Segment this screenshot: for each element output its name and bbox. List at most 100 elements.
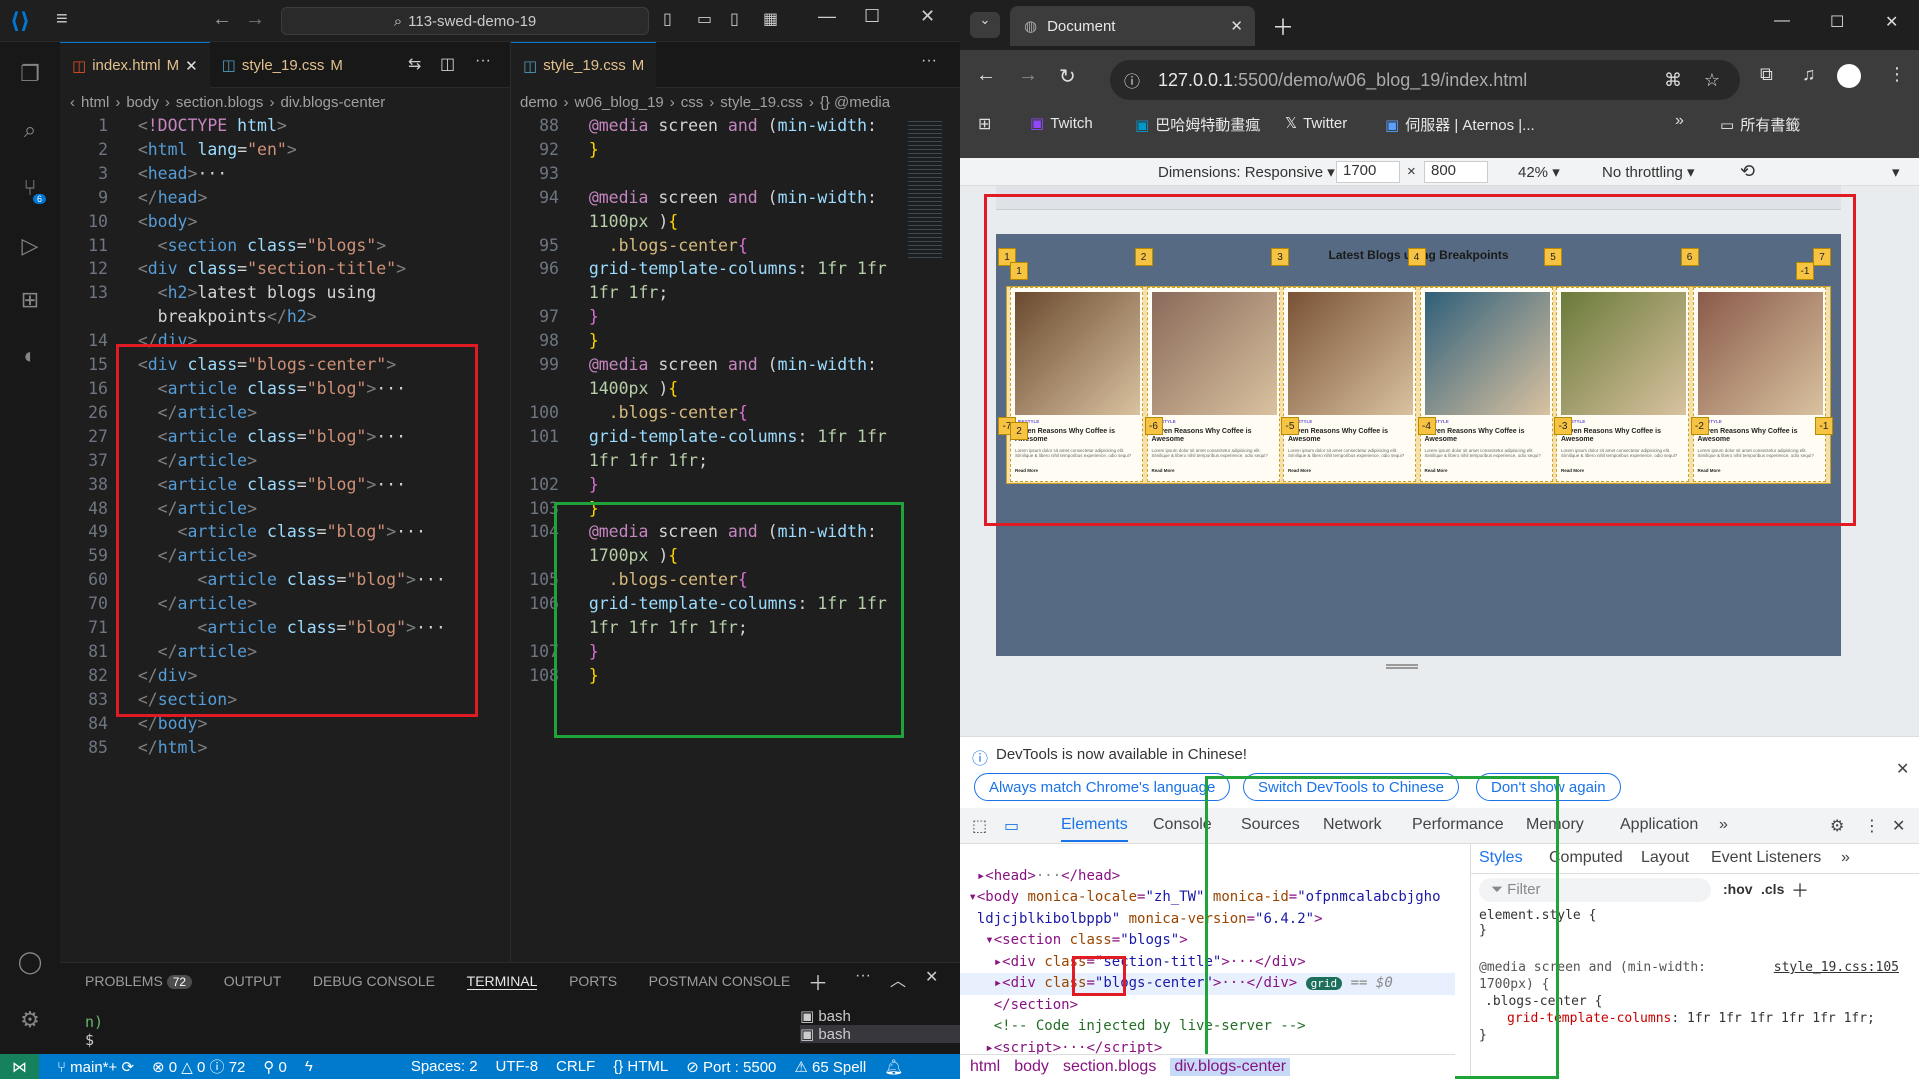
code-line[interactable]: 85 </html> — [60, 736, 510, 760]
code-line[interactable]: breakpoints</h2> — [60, 305, 510, 329]
indent-status[interactable]: Spaces: 2 — [411, 1058, 478, 1075]
crumb-folder[interactable]: w06_blog_19 — [575, 94, 664, 111]
settings-gear-icon[interactable]: ⚙ — [1830, 816, 1844, 836]
remote-icon[interactable]: ⋈ — [0, 1054, 39, 1079]
code-line[interactable]: 97 } — [511, 305, 911, 329]
explorer-icon[interactable]: ❐ — [12, 56, 48, 92]
source-control-icon[interactable]: ⑂ 6 — [12, 170, 48, 206]
kebab-icon[interactable]: ⋮ — [1864, 816, 1880, 836]
all-bookmarks[interactable]: ▭ 所有書籤 — [1720, 114, 1800, 135]
code-line[interactable]: 96 grid-template-columns: 1fr 1fr — [511, 257, 911, 281]
back-icon[interactable]: ← — [976, 64, 996, 87]
crumb-body[interactable]: body — [126, 94, 159, 111]
language-status[interactable]: {} HTML — [613, 1058, 668, 1075]
code-line[interactable]: 94 @media screen and (min-width: — [511, 186, 911, 210]
eol-status[interactable]: CRLF — [556, 1058, 595, 1075]
address-bar[interactable]: ⓘ 127.0.0.1:5500/demo/w06_blog_19/index.… — [1110, 60, 1740, 100]
run-debug-icon[interactable]: ▷ — [12, 228, 48, 264]
problems-status[interactable]: ⊗ 0 △ 0 ⓘ 72 — [152, 1056, 245, 1077]
spell-status[interactable]: ⚠ 65 Spell — [794, 1058, 866, 1076]
property-value[interactable]: 1fr 1fr 1fr 1fr 1fr 1fr; — [1687, 1011, 1875, 1026]
profile-avatar[interactable] — [1837, 64, 1861, 88]
code-line[interactable]: 102 } — [511, 473, 911, 497]
bookmark-bahamut[interactable]: ▣ 巴哈姆特動畫瘋 — [1135, 114, 1260, 135]
more-bookmarks-icon[interactable]: » — [1675, 112, 1684, 130]
code-line[interactable]: 1100px ){ — [511, 210, 911, 234]
code-line[interactable]: 92 } — [511, 138, 911, 162]
minimize-icon[interactable]: — — [818, 6, 836, 27]
tab-layout[interactable]: Layout — [1641, 849, 1689, 867]
tab-application[interactable]: Application — [1620, 816, 1698, 834]
tab-document[interactable]: ◍ Document ✕ — [1010, 6, 1255, 46]
media-icon[interactable]: ♫ — [1802, 64, 1816, 85]
code-line[interactable]: 3 <head>··· — [60, 162, 510, 186]
branch-status[interactable]: ⑂ main*+ ⟳ — [57, 1058, 134, 1076]
terminal-output[interactable]: n) $ — [85, 1013, 103, 1049]
code-line[interactable]: 93 — [511, 162, 911, 186]
close-tab-icon[interactable]: ✕ — [185, 57, 198, 75]
search-icon[interactable]: ⌕ — [12, 112, 48, 148]
notifications-icon[interactable]: 🔔︎ — [884, 1058, 903, 1076]
code-line[interactable]: 1400px ){ — [511, 377, 911, 401]
menu-kebab-icon[interactable]: ⋮ — [1888, 64, 1906, 85]
code-line[interactable]: 98 } — [511, 329, 911, 353]
code-line[interactable]: 9 </head> — [60, 186, 510, 210]
maximize-icon[interactable]: ☐ — [864, 6, 880, 27]
tab-computed[interactable]: Computed — [1549, 849, 1623, 867]
device-toggle-icon[interactable]: ▭ — [1004, 816, 1019, 836]
maximize-icon[interactable]: ☐ — [1830, 12, 1844, 32]
code-line[interactable]: 101 grid-template-columns: 1fr 1fr — [511, 425, 911, 449]
terminal-item[interactable]: ▣ bash — [800, 1025, 960, 1043]
remote-explorer-icon[interactable]: ◐ — [12, 338, 48, 374]
rotate-icon[interactable]: ⟲ — [1740, 161, 1755, 182]
new-terminal-icon[interactable]: ＋ — [808, 967, 828, 996]
tab-index-html[interactable]: ◫ index.html M ✕ — [60, 42, 210, 88]
zoom-select[interactable]: 42% ▾ — [1518, 163, 1560, 181]
width-input[interactable]: 1700 — [1336, 161, 1400, 183]
apps-grid-icon[interactable]: ⊞ — [978, 114, 991, 134]
tab-terminal[interactable]: TERMINAL — [466, 973, 538, 990]
crumb-section[interactable]: section.blogs — [176, 94, 264, 111]
site-info-icon[interactable]: ⓘ — [1124, 68, 1140, 92]
code-line[interactable]: 88 @media screen and (min-width: — [511, 114, 911, 138]
crumb-div[interactable]: div.blogs-center — [1170, 1058, 1291, 1076]
encoding-status[interactable]: UTF-8 — [496, 1058, 539, 1075]
crumb-div[interactable]: div.blogs-center — [280, 94, 385, 111]
close-panel-icon[interactable]: ✕ — [925, 967, 938, 987]
tab-problems[interactable]: PROBLEMS 72 — [85, 973, 193, 989]
tab-output[interactable]: OUTPUT — [224, 973, 282, 989]
crumb-html[interactable]: html — [970, 1058, 1000, 1076]
tab-event-listeners[interactable]: Event Listeners — [1711, 849, 1821, 867]
more-actions-icon[interactable]: ··· — [475, 52, 491, 70]
bookmark-star-icon[interactable]: ☆ — [1704, 70, 1720, 91]
forward-arrow-icon[interactable]: → — [245, 8, 265, 31]
minimap[interactable] — [908, 118, 942, 258]
code-line[interactable]: 2 <html lang="en"> — [60, 138, 510, 162]
code-line[interactable]: 1 <!DOCTYPE html> — [60, 114, 510, 138]
tab-postman-console[interactable]: POSTMAN CONSOLE — [649, 973, 791, 989]
ports-status[interactable]: ⚲ 0 — [263, 1058, 287, 1076]
dimensions-select[interactable]: Dimensions: Responsive ▾ — [1158, 163, 1335, 181]
crumb-css[interactable]: css — [681, 94, 704, 111]
code-line[interactable]: 13 <h2>latest blogs using — [60, 281, 510, 305]
code-line[interactable]: 11 <section class="blogs"> — [60, 234, 510, 258]
tab-debug-console[interactable]: DEBUG CONSOLE — [313, 973, 435, 989]
settings-gear-icon[interactable]: ⚙ — [12, 1002, 48, 1038]
accounts-icon[interactable]: ◯ — [12, 944, 48, 980]
code-line[interactable]: 12 <div class="section-title"> — [60, 257, 510, 281]
menu-icon[interactable]: ≡ — [56, 8, 68, 31]
layout-sidebar-icon[interactable]: ▯ — [663, 9, 672, 29]
crumb-body[interactable]: body — [1014, 1058, 1049, 1076]
tab-search-icon[interactable]: ⌄ — [970, 12, 1000, 38]
cls-toggle[interactable]: .cls — [1761, 881, 1784, 897]
translate-icon[interactable]: ⌘ — [1664, 70, 1682, 91]
close-icon[interactable]: ✕ — [920, 6, 935, 27]
crumb-html[interactable]: html — [81, 94, 109, 111]
new-tab-icon[interactable]: ＋ — [1272, 10, 1294, 42]
extensions-icon[interactable]: ⧉ — [1760, 64, 1773, 85]
tab-elements[interactable]: Elements — [1061, 816, 1128, 842]
code-line[interactable]: 10 <body> — [60, 210, 510, 234]
terminal-item[interactable]: ▣ bash — [800, 1007, 960, 1025]
tab-style-css-right[interactable]: ◫ style_19.css M — [511, 42, 657, 88]
crumb-file[interactable]: style_19.css — [720, 94, 803, 111]
